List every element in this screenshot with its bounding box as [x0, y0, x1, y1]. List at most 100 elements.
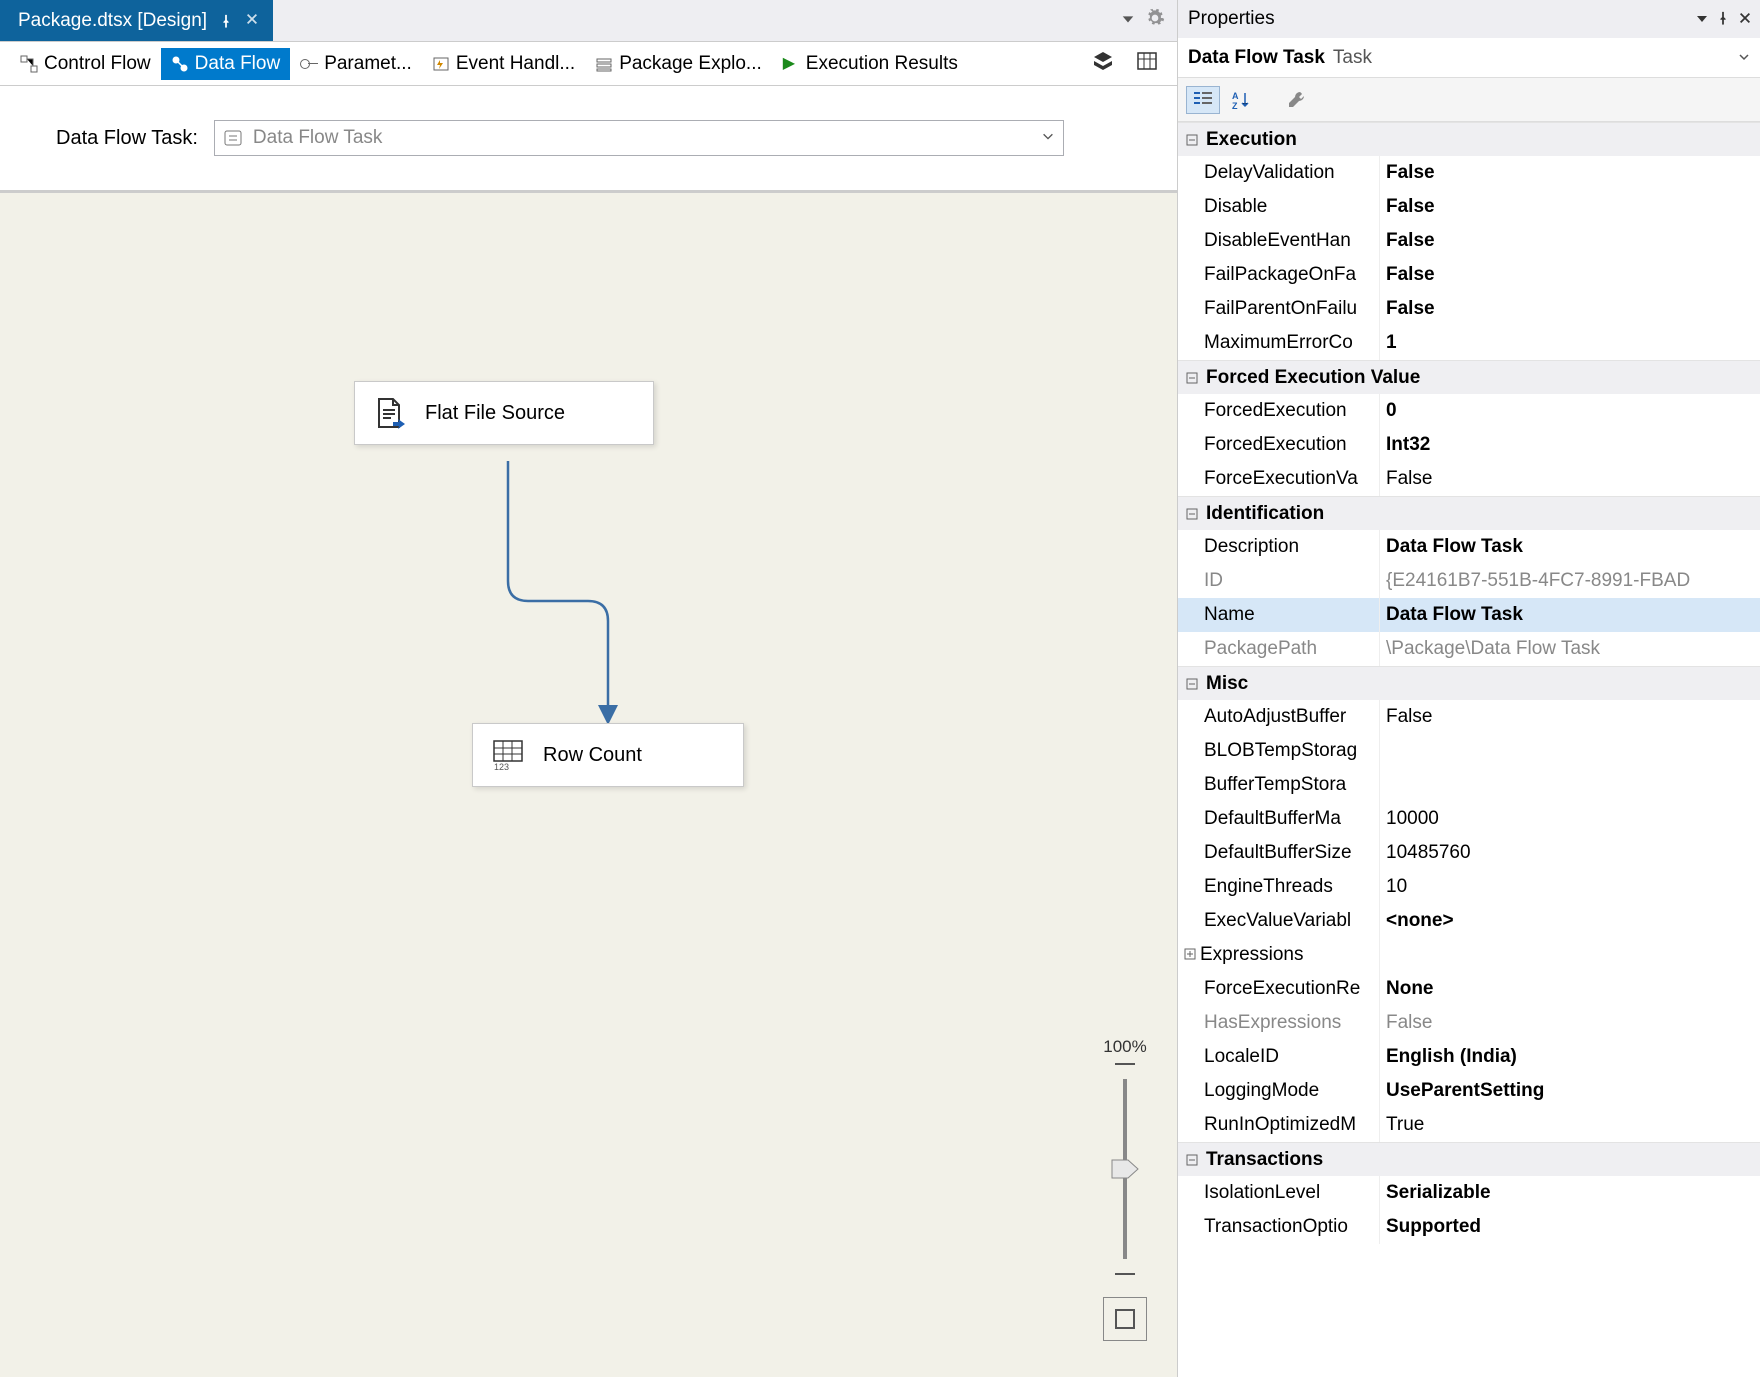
tab-execution-results[interactable]: Execution Results: [772, 48, 968, 80]
zoom-thumb-icon[interactable]: [1111, 1159, 1139, 1184]
panel-dropdown-icon[interactable]: [1696, 9, 1708, 30]
property-row[interactable]: MaximumErrorCo1: [1178, 326, 1760, 360]
collapse-icon[interactable]: [1184, 676, 1200, 692]
collapse-icon[interactable]: [1184, 370, 1200, 386]
settings-gear-icon[interactable]: [1145, 8, 1165, 34]
panel-close-icon[interactable]: [1738, 9, 1752, 30]
tab-parameters[interactable]: Paramet...: [290, 48, 422, 80]
collapse-icon[interactable]: [1184, 132, 1200, 148]
property-row[interactable]: DisableFalse: [1178, 190, 1760, 224]
property-value[interactable]: [1380, 768, 1760, 802]
property-row[interactable]: ExecValueVariabl<none>: [1178, 904, 1760, 938]
property-category[interactable]: Execution: [1178, 122, 1760, 156]
property-row[interactable]: ForcedExecutionInt32: [1178, 428, 1760, 462]
property-row[interactable]: NameData Flow Task: [1178, 598, 1760, 632]
property-row[interactable]: DescriptionData Flow Task: [1178, 530, 1760, 564]
property-value[interactable]: \Package\Data Flow Task: [1380, 632, 1760, 666]
property-value[interactable]: False: [1380, 156, 1760, 190]
property-value[interactable]: <none>: [1380, 904, 1760, 938]
tab-control-flow[interactable]: Control Flow: [10, 48, 161, 80]
toolbox-icon[interactable]: [1091, 49, 1115, 79]
property-value[interactable]: Supported: [1380, 1210, 1760, 1244]
data-flow-task-dropdown[interactable]: Data Flow Task: [214, 120, 1064, 156]
property-value[interactable]: 10485760: [1380, 836, 1760, 870]
property-value[interactable]: Serializable: [1380, 1176, 1760, 1210]
design-canvas[interactable]: Flat File Source 123 R: [0, 190, 1177, 1377]
document-tab-active[interactable]: Package.dtsx [Design]: [0, 0, 273, 41]
property-category[interactable]: Identification: [1178, 496, 1760, 530]
property-value[interactable]: 10: [1380, 870, 1760, 904]
property-value[interactable]: False: [1380, 462, 1760, 496]
collapse-icon[interactable]: [1184, 1152, 1200, 1168]
node-row-count[interactable]: 123 Row Count: [472, 723, 744, 787]
tab-label: Data Flow: [195, 53, 281, 75]
tab-overflow-dropdown-icon[interactable]: [1121, 10, 1135, 32]
property-row[interactable]: DelayValidationFalse: [1178, 156, 1760, 190]
property-value[interactable]: True: [1380, 1108, 1760, 1142]
property-value[interactable]: 1: [1380, 326, 1760, 360]
tab-event-handlers[interactable]: Event Handl...: [422, 48, 585, 80]
property-value[interactable]: UseParentSetting: [1380, 1074, 1760, 1108]
property-row[interactable]: ForcedExecution0: [1178, 394, 1760, 428]
property-value[interactable]: False: [1380, 292, 1760, 326]
property-value[interactable]: None: [1380, 972, 1760, 1006]
zoom-slider[interactable]: [1123, 1079, 1127, 1259]
property-row[interactable]: Expressions: [1178, 938, 1760, 972]
property-value[interactable]: Data Flow Task: [1380, 530, 1760, 564]
property-category[interactable]: Forced Execution Value: [1178, 360, 1760, 394]
property-row[interactable]: ForceExecutionReNone: [1178, 972, 1760, 1006]
property-value[interactable]: 10000: [1380, 802, 1760, 836]
zoom-fit-button[interactable]: [1103, 1297, 1147, 1341]
property-name: HasExpressions: [1178, 1006, 1380, 1040]
property-row[interactable]: DisableEventHanFalse: [1178, 224, 1760, 258]
property-value[interactable]: [1380, 938, 1760, 972]
property-value[interactable]: False: [1380, 190, 1760, 224]
property-row[interactable]: LocaleIDEnglish (India): [1178, 1040, 1760, 1074]
panel-pin-icon[interactable]: [1716, 9, 1730, 30]
tab-label: Package Explo...: [619, 53, 762, 75]
property-value[interactable]: Int32: [1380, 428, 1760, 462]
property-name: LocaleID: [1178, 1040, 1380, 1074]
alphabetical-view-button[interactable]: AZ: [1224, 86, 1258, 114]
property-row[interactable]: LoggingModeUseParentSetting: [1178, 1074, 1760, 1108]
property-pages-button[interactable]: [1280, 86, 1314, 114]
property-row[interactable]: EngineThreads10: [1178, 870, 1760, 904]
property-value[interactable]: False: [1380, 224, 1760, 258]
close-tab-icon[interactable]: [245, 10, 259, 32]
property-value[interactable]: False: [1380, 700, 1760, 734]
property-row[interactable]: DefaultBufferMa10000: [1178, 802, 1760, 836]
variables-icon[interactable]: [1135, 49, 1159, 79]
collapse-icon[interactable]: [1184, 506, 1200, 522]
categorized-view-button[interactable]: [1186, 86, 1220, 114]
property-row[interactable]: BufferTempStora: [1178, 768, 1760, 802]
tab-data-flow[interactable]: Data Flow: [161, 48, 291, 80]
property-row[interactable]: AutoAdjustBufferFalse: [1178, 700, 1760, 734]
properties-grid[interactable]: ExecutionDelayValidationFalseDisableFals…: [1178, 122, 1760, 1377]
expand-icon[interactable]: [1184, 944, 1196, 966]
property-value[interactable]: English (India): [1380, 1040, 1760, 1074]
property-category[interactable]: Misc: [1178, 666, 1760, 700]
property-row[interactable]: TransactionOptioSupported: [1178, 1210, 1760, 1244]
property-row[interactable]: BLOBTempStorag: [1178, 734, 1760, 768]
property-category[interactable]: Transactions: [1178, 1142, 1760, 1176]
property-value[interactable]: Data Flow Task: [1380, 598, 1760, 632]
tab-package-explorer[interactable]: Package Explo...: [585, 48, 772, 80]
property-row[interactable]: IsolationLevelSerializable: [1178, 1176, 1760, 1210]
pin-icon[interactable]: [219, 14, 233, 28]
property-value[interactable]: [1380, 734, 1760, 768]
property-row[interactable]: RunInOptimizedMTrue: [1178, 1108, 1760, 1142]
node-flat-file-source[interactable]: Flat File Source: [354, 381, 654, 445]
property-row[interactable]: ID{E24161B7-551B-4FC7-8991-FBAD: [1178, 564, 1760, 598]
property-row[interactable]: FailPackageOnFaFalse: [1178, 258, 1760, 292]
property-value[interactable]: False: [1380, 258, 1760, 292]
data-flow-connector[interactable]: [500, 461, 620, 741]
property-row[interactable]: FailParentOnFailuFalse: [1178, 292, 1760, 326]
property-row[interactable]: HasExpressionsFalse: [1178, 1006, 1760, 1040]
properties-object-selector[interactable]: Data Flow Task Task: [1178, 38, 1760, 78]
property-row[interactable]: PackagePath\Package\Data Flow Task: [1178, 632, 1760, 666]
property-value[interactable]: {E24161B7-551B-4FC7-8991-FBAD: [1380, 564, 1760, 598]
property-row[interactable]: DefaultBufferSize10485760: [1178, 836, 1760, 870]
property-value[interactable]: False: [1380, 1006, 1760, 1040]
property-value[interactable]: 0: [1380, 394, 1760, 428]
property-row[interactable]: ForceExecutionVaFalse: [1178, 462, 1760, 496]
